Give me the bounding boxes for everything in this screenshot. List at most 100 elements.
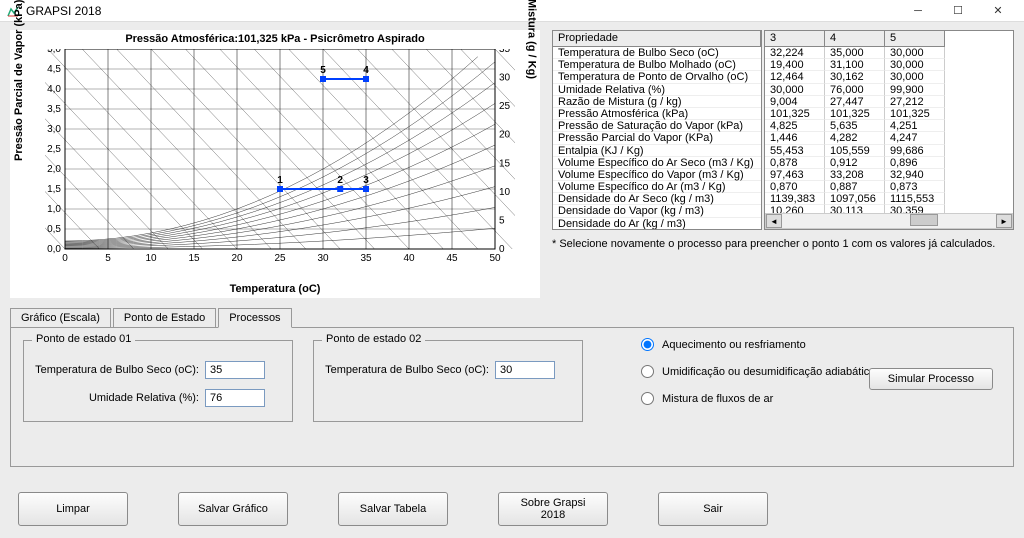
value-cell: 4,251 — [885, 120, 945, 132]
radio-aquecimento[interactable] — [641, 338, 654, 351]
svg-text:20: 20 — [231, 253, 243, 264]
property-cell: Temperatura de Bulbo Molhado (oC) — [553, 59, 761, 71]
salvar-grafico-button[interactable]: Salvar Gráfico — [178, 492, 288, 526]
property-cell: Pressão Parcial do Vapor (KPa) — [553, 132, 761, 144]
value-cell: 30,000 — [885, 47, 945, 59]
svg-text:30: 30 — [317, 253, 329, 264]
window-title: GRAPSI 2018 — [26, 4, 898, 18]
y-axis-label: Pressão Parcial de Vapor (kPa) — [13, 0, 25, 161]
svg-text:40: 40 — [403, 253, 415, 264]
svg-text:15: 15 — [188, 253, 200, 264]
value-cell: 30,000 — [765, 84, 825, 96]
value-cell: 30,000 — [885, 59, 945, 71]
value-cell: 12,464 — [765, 71, 825, 83]
value-cell: 27,212 — [885, 96, 945, 108]
scroll-right-button[interactable]: ► — [996, 214, 1012, 228]
property-header: Propriedade — [553, 31, 761, 47]
svg-text:45: 45 — [446, 253, 458, 264]
value-cell: 32,224 — [765, 47, 825, 59]
recalc-note: * Selecione novamente o processo para pr… — [552, 238, 1014, 250]
table-row: 32,22435,00030,000 — [765, 47, 1013, 59]
table-row: 101,325101,325101,325 — [765, 108, 1013, 120]
value-cell: 9,004 — [765, 96, 825, 108]
minimize-button[interactable]: ─ — [898, 1, 938, 21]
scroll-thumb[interactable] — [910, 214, 938, 226]
simular-button[interactable]: Simular Processo — [869, 368, 993, 390]
svg-text:3: 3 — [363, 175, 369, 186]
close-button[interactable]: ✕ — [978, 1, 1018, 21]
table-row: 0,8780,9120,896 — [765, 157, 1013, 169]
chart-svg: 051015202530354045500,00,51,01,52,02,53,… — [45, 49, 515, 279]
value-cell: 0,873 — [885, 181, 945, 193]
value-cell: 55,453 — [765, 145, 825, 157]
value-header: 3 — [765, 31, 825, 47]
sobre-button[interactable]: Sobre Grapsi 2018 — [498, 492, 608, 526]
table-row: 4,8255,6354,251 — [765, 120, 1013, 132]
tbs2-input[interactable] — [495, 361, 555, 379]
table-row: 1,4464,2824,247 — [765, 132, 1013, 144]
property-cell: Temperatura de Bulbo Seco (oC) — [553, 47, 761, 59]
table-row: 0,8700,8870,873 — [765, 181, 1013, 193]
svg-text:30: 30 — [499, 73, 511, 84]
y2-axis-label: Razão de Mistura (g / Kg) — [525, 0, 537, 79]
table-row: 55,453105,55999,686 — [765, 145, 1013, 157]
process-radio-group: Aquecimento ou resfriamento Umidificação… — [641, 338, 875, 419]
svg-text:10: 10 — [499, 187, 511, 198]
value-cell: 1115,553 — [885, 193, 945, 205]
svg-text:1,5: 1,5 — [47, 184, 61, 195]
value-cell: 19,400 — [765, 59, 825, 71]
svg-text:25: 25 — [274, 253, 286, 264]
svg-text:4: 4 — [363, 65, 369, 76]
value-cell: 31,100 — [825, 59, 885, 71]
tbs1-input[interactable] — [205, 361, 265, 379]
salvar-tabela-button[interactable]: Salvar Tabela — [338, 492, 448, 526]
value-cell: 1097,056 — [825, 193, 885, 205]
svg-text:3,0: 3,0 — [47, 124, 61, 135]
property-cell: Densidade do Vapor (kg / m3) — [553, 205, 761, 217]
svg-text:0: 0 — [62, 253, 68, 264]
svg-text:4,0: 4,0 — [47, 84, 61, 95]
svg-text:2: 2 — [337, 175, 343, 186]
tab-panel-processos: Ponto de estado 01 Temperatura de Bulbo … — [10, 327, 1014, 467]
ur1-input[interactable] — [205, 389, 265, 407]
tab-processos[interactable]: Processos — [218, 308, 291, 328]
value-cell: 0,896 — [885, 157, 945, 169]
value-cell: 101,325 — [825, 108, 885, 120]
value-cell: 0,870 — [765, 181, 825, 193]
value-cell: 1,446 — [765, 132, 825, 144]
limpar-button[interactable]: Limpar — [18, 492, 128, 526]
property-cell: Densidade do Ar (kg / m3) — [553, 218, 761, 230]
tab-grafico[interactable]: Gráfico (Escala) — [10, 308, 111, 328]
horizontal-scrollbar[interactable]: ◄ ► — [765, 213, 1013, 229]
value-cell: 30,162 — [825, 71, 885, 83]
property-cell: Volume Específico do Ar (m3 / Kg) — [553, 181, 761, 193]
property-cell: Volume Específico do Ar Seco (m3 / Kg) — [553, 157, 761, 169]
sair-button[interactable]: Sair — [658, 492, 768, 526]
svg-text:5: 5 — [320, 65, 326, 76]
property-cell: Densidade do Ar Seco (kg / m3) — [553, 193, 761, 205]
scroll-left-button[interactable]: ◄ — [766, 214, 782, 228]
svg-text:5,0: 5,0 — [47, 49, 61, 55]
value-cell: 33,208 — [825, 169, 885, 181]
state-point-1-group: Ponto de estado 01 Temperatura de Bulbo … — [23, 340, 293, 422]
radio-mistura-label: Mistura de fluxos de ar — [662, 393, 773, 405]
value-cell: 30,000 — [885, 71, 945, 83]
maximize-button[interactable]: ☐ — [938, 1, 978, 21]
table-row: 9,00427,44727,212 — [765, 96, 1013, 108]
svg-text:0,0: 0,0 — [47, 244, 61, 255]
value-cell: 5,635 — [825, 120, 885, 132]
svg-text:10: 10 — [145, 253, 157, 264]
radio-umidificacao[interactable] — [641, 365, 654, 378]
svg-text:1,0: 1,0 — [47, 204, 61, 215]
value-header: 4 — [825, 31, 885, 47]
value-cell: 27,447 — [825, 96, 885, 108]
property-cell: Pressão Atmosférica (kPa) — [553, 108, 761, 120]
value-cell: 1139,383 — [765, 193, 825, 205]
tab-ponto[interactable]: Ponto de Estado — [113, 308, 216, 328]
svg-text:35: 35 — [360, 253, 372, 264]
table-row: 97,46333,20832,940 — [765, 169, 1013, 181]
table-row: 12,46430,16230,000 — [765, 71, 1013, 83]
radio-mistura[interactable] — [641, 392, 654, 405]
value-cell: 4,247 — [885, 132, 945, 144]
svg-text:35: 35 — [499, 49, 511, 55]
